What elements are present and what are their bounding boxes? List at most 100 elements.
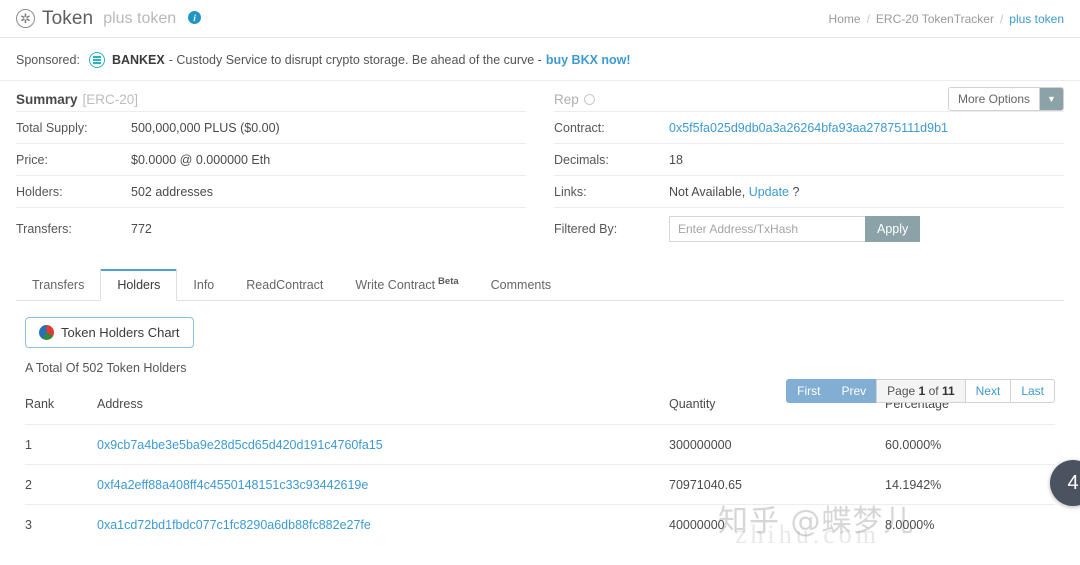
- row-label: Decimals:: [554, 153, 669, 167]
- row-label: Filtered By:: [554, 222, 669, 236]
- summary-row-holders: Holders: 502 addresses: [16, 175, 526, 207]
- cell-quantity: 40000000: [669, 505, 885, 545]
- pagination-next-button[interactable]: Next: [965, 379, 1011, 403]
- summary-panel: Summary [ERC-20] Total Supply: 500,000,0…: [16, 81, 540, 250]
- details-header: Rep More Options ▼: [554, 81, 1064, 111]
- breadcrumb-separator: /: [1000, 12, 1003, 26]
- row-label: Transfers:: [16, 222, 131, 236]
- pagination-last-button[interactable]: Last: [1010, 379, 1055, 403]
- breadcrumb: Home / ERC-20 TokenTracker / plus token: [829, 12, 1064, 26]
- table-row: 2 0xf4a2eff88a408ff4c4550148151c33c93442…: [25, 465, 1055, 505]
- cell-percentage: 14.1942%: [885, 465, 1055, 505]
- cell-rank: 3: [25, 505, 97, 545]
- row-label: Total Supply:: [16, 121, 131, 135]
- holder-address-link[interactable]: 0xa1cd72bd1fbdc077c1fc8290a6db88fc882e27…: [97, 518, 371, 532]
- column-header-rank: Rank: [25, 397, 97, 425]
- details-panel: Rep More Options ▼ Contract: 0x5f5fa025d…: [540, 81, 1064, 250]
- summary-row-price: Price: $0.0000 @ 0.000000 Eth: [16, 143, 526, 175]
- row-value: 772: [131, 222, 152, 236]
- page-title: Token: [42, 8, 93, 30]
- rep-text: Rep: [554, 92, 579, 107]
- sponsored-cta-link[interactable]: buy BKX now!: [546, 53, 631, 67]
- details-row-contract: Contract: 0x5f5fa025d9db0a3a26264bfa93aa…: [554, 111, 1064, 143]
- page-header: ✲ Token plus token i Home / ERC-20 Token…: [0, 0, 1080, 38]
- tab-readcontract[interactable]: ReadContract: [230, 271, 339, 300]
- summary-title: Summary: [16, 92, 78, 107]
- row-value: 18: [669, 153, 683, 167]
- tab-write-contract[interactable]: Write ContractBeta: [339, 269, 474, 300]
- token-brand: ✲ Token plus token i: [16, 8, 201, 30]
- apply-button[interactable]: Apply: [865, 216, 920, 242]
- row-value: 500,000,000 PLUS ($0.00): [131, 121, 280, 135]
- tab-holders[interactable]: Holders: [100, 269, 177, 301]
- sponsored-banner: Sponsored: BANKEX - Custody Service to d…: [0, 38, 1080, 81]
- summary-row-total-supply: Total Supply: 500,000,000 PLUS ($0.00): [16, 111, 526, 143]
- summary-subtitle: [ERC-20]: [83, 92, 139, 107]
- breadcrumb-item-tokentracker[interactable]: ERC-20 TokenTracker: [876, 12, 994, 26]
- pagination-page-info: Page 1 of 11: [876, 379, 964, 403]
- cell-percentage: 8.0000%: [885, 505, 1055, 545]
- cell-rank: 2: [25, 465, 97, 505]
- breadcrumb-item-current: plus token: [1009, 12, 1064, 26]
- tab-comments[interactable]: Comments: [475, 271, 567, 300]
- holder-address-link[interactable]: 0xf4a2eff88a408ff4c4550148151c33c9344261…: [97, 478, 368, 492]
- tab-transfers[interactable]: Transfers: [16, 271, 100, 300]
- cell-quantity: 300000000: [669, 425, 885, 465]
- holder-address-link[interactable]: 0x9cb7a4be3e5ba9e28d5cd65d420d191c4760fa…: [97, 438, 383, 452]
- breadcrumb-separator: /: [867, 12, 870, 26]
- page-info-prefix: Page: [887, 384, 915, 398]
- beta-badge: Beta: [438, 276, 459, 287]
- details-row-links: Links: Not Available, Update ?: [554, 175, 1064, 207]
- sponsored-text: - Custody Service to disrupt crypto stor…: [169, 53, 542, 67]
- summary-panels: Summary [ERC-20] Total Supply: 500,000,0…: [0, 81, 1080, 250]
- links-help-text: ?: [793, 185, 800, 199]
- circle-outline-icon: [584, 94, 595, 105]
- details-row-filter: Filtered By: Apply: [554, 207, 1064, 250]
- row-value: 502 addresses: [131, 185, 213, 199]
- cell-quantity: 70971040.65: [669, 465, 885, 505]
- page-total: 11: [942, 384, 955, 398]
- row-label: Contract:: [554, 121, 669, 135]
- links-update-link[interactable]: Update: [749, 185, 789, 199]
- contract-address-link[interactable]: 0x5f5fa025d9db0a3a26264bfa93aa27875111d9…: [669, 121, 948, 135]
- row-value: $0.0000 @ 0.000000 Eth: [131, 153, 270, 167]
- total-holders-text: A Total Of 502 Token Holders: [25, 361, 1055, 375]
- tab-info[interactable]: Info: [177, 271, 230, 300]
- holders-table: Rank Address Quantity Percentage 1 0x9cb…: [25, 397, 1055, 544]
- summary-row-transfers: Transfers: 772: [16, 207, 526, 250]
- links-value: Not Available,: [669, 185, 745, 199]
- chart-button-label: Token Holders Chart: [61, 325, 180, 340]
- summary-header: Summary [ERC-20]: [16, 81, 526, 111]
- info-icon[interactable]: i: [188, 11, 201, 24]
- more-options-button[interactable]: More Options ▼: [948, 87, 1064, 111]
- table-row: 1 0x9cb7a4be3e5ba9e28d5cd65d420d191c4760…: [25, 425, 1055, 465]
- cell-percentage: 60.0000%: [885, 425, 1055, 465]
- cell-rank: 1: [25, 425, 97, 465]
- breadcrumb-item-home[interactable]: Home: [829, 12, 861, 26]
- token-holders-chart-button[interactable]: Token Holders Chart: [25, 317, 194, 348]
- pie-chart-icon: [39, 325, 54, 340]
- rep-label: Rep: [554, 92, 595, 107]
- row-label: Price:: [16, 153, 131, 167]
- holders-panel: Token Holders Chart A Total Of 502 Token…: [16, 301, 1064, 544]
- page-current: 1: [919, 384, 926, 398]
- bankex-logo-icon: [89, 52, 105, 68]
- more-options-label: More Options: [949, 88, 1039, 110]
- chevron-down-icon[interactable]: ▼: [1039, 88, 1063, 110]
- row-label: Links:: [554, 185, 669, 199]
- details-row-decimals: Decimals: 18: [554, 143, 1064, 175]
- tab-write-contract-label: Write Contract: [355, 278, 435, 292]
- sponsored-brand: BANKEX: [112, 53, 165, 67]
- token-subtitle: plus token: [103, 10, 176, 28]
- column-header-address: Address: [97, 397, 669, 425]
- table-row: 3 0xa1cd72bd1fbdc077c1fc8290a6db88fc882e…: [25, 505, 1055, 545]
- tab-bar: Transfers Holders Info ReadContract Writ…: [16, 268, 1064, 301]
- page-root: ✲ Token plus token i Home / ERC-20 Token…: [0, 0, 1080, 565]
- page-info-middle: of: [929, 384, 939, 398]
- sponsored-prefix: Sponsored:: [16, 53, 80, 67]
- pagination-prev-button[interactable]: Prev: [830, 379, 876, 403]
- pagination: First Prev Page 1 of 11 Next Last: [786, 379, 1055, 403]
- filter-input[interactable]: [669, 216, 865, 242]
- pagination-first-button[interactable]: First: [786, 379, 830, 403]
- row-label: Holders:: [16, 185, 131, 199]
